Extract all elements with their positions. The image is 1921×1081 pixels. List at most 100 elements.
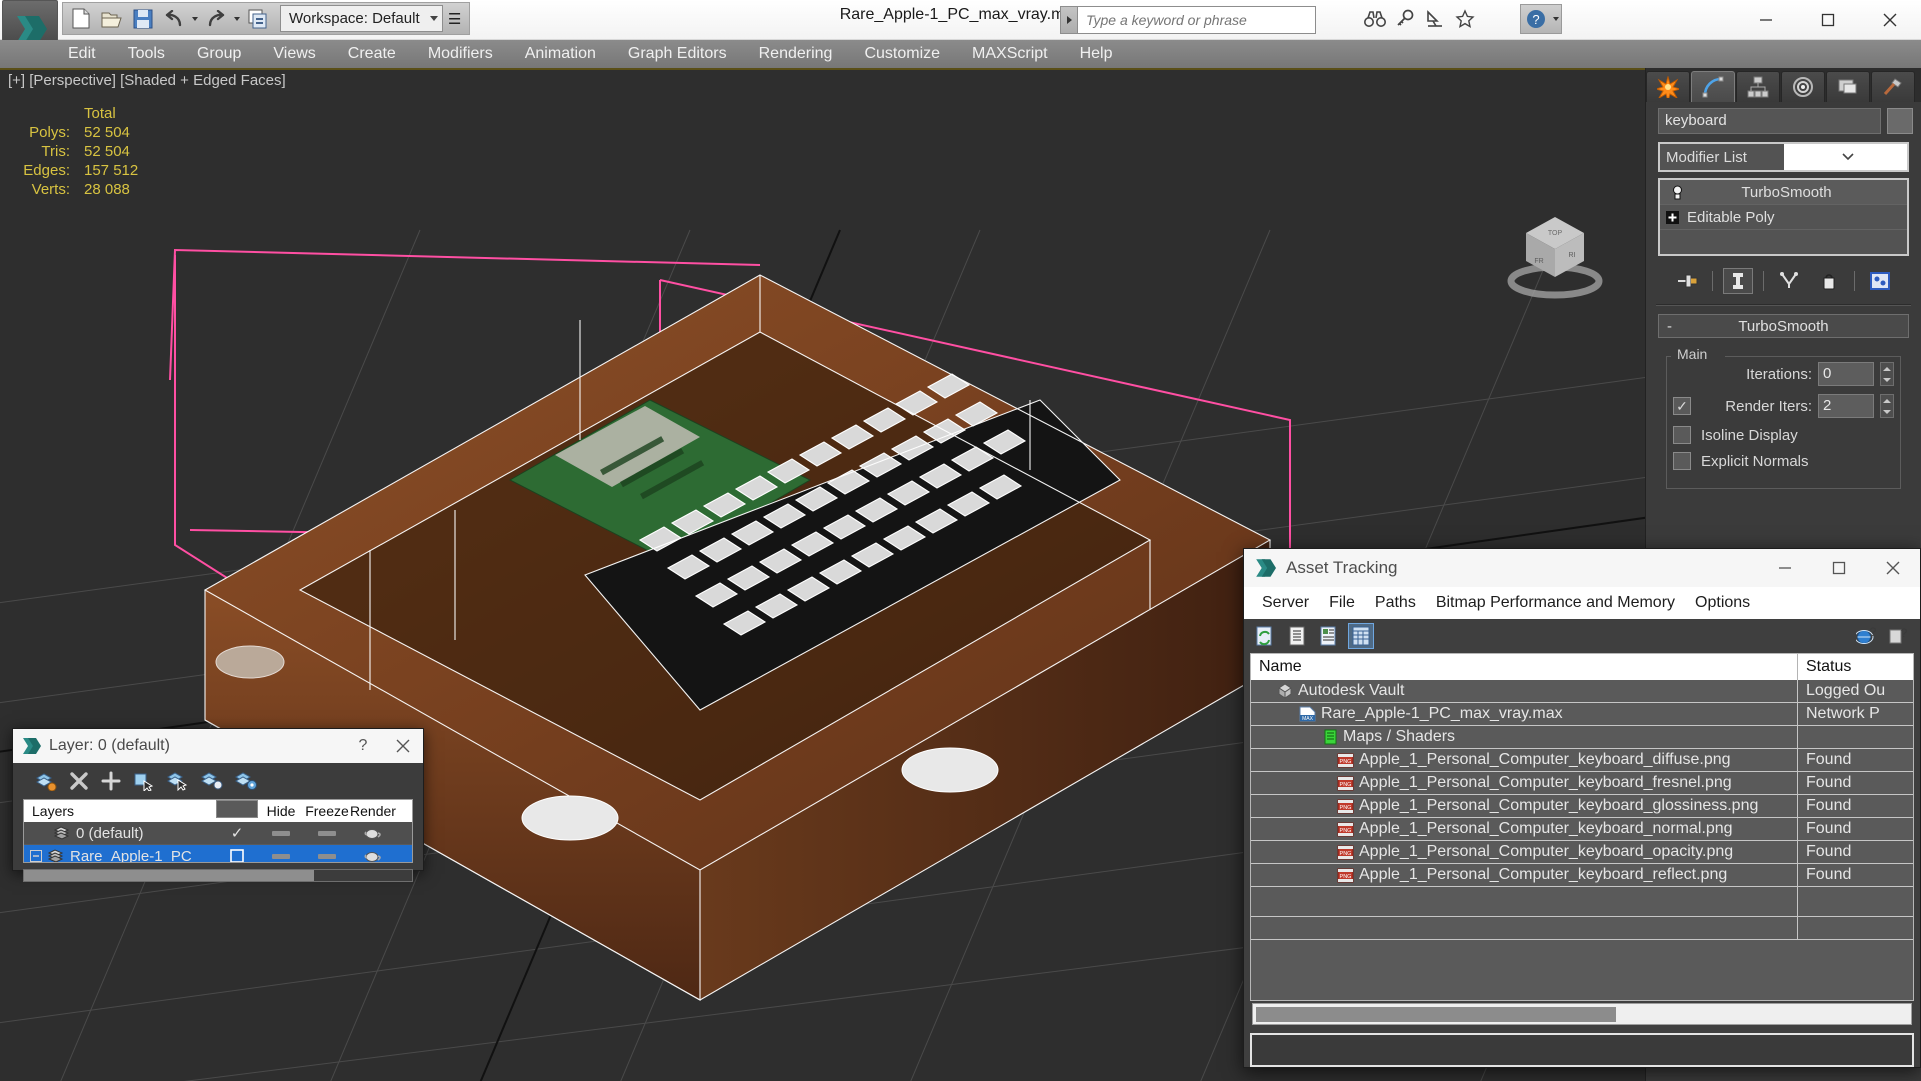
menu-item-group[interactable]: Group [181,42,257,66]
menu-item-rendering[interactable]: Rendering [743,42,849,66]
menu-item-paths[interactable]: Paths [1365,591,1426,615]
layer-freeze-cell[interactable] [304,830,350,836]
asset-tracking-maximize-button[interactable] [1812,549,1866,587]
asset-name-cell[interactable]: MAX Rare_Apple-1_PC_max_vray.max [1251,703,1798,725]
remove-modifier-button[interactable] [1814,268,1844,294]
search-expand-icon[interactable] [1060,6,1078,34]
hierarchy-tab[interactable] [1736,71,1780,102]
asset-tracking-minimize-button[interactable] [1758,549,1812,587]
menu-item-bitmap-performance-and-memory[interactable]: Bitmap Performance and Memory [1426,591,1685,615]
viewcube[interactable]: TOP FR RI [1500,195,1610,305]
star-favorite-icon[interactable] [1450,4,1480,34]
layer-dialog[interactable]: Layer: 0 (default) ? Layers Hide Freeze … [12,728,424,882]
layer-hide-cell[interactable] [258,853,304,859]
table-row[interactable] [1251,917,1913,940]
asset-name-cell[interactable]: Autodesk Vault [1251,680,1798,702]
asset-tracking-dialog[interactable]: Asset Tracking Server File Paths Bitmap … [1243,548,1921,1068]
asset-tracking-close-button[interactable] [1866,549,1920,587]
menu-item-edit[interactable]: Edit [52,42,112,66]
explicit-normals-checkbox[interactable] [1673,452,1691,470]
show-end-result-button[interactable] [1723,268,1753,294]
menu-item-options[interactable]: Options [1685,591,1760,615]
asset-name-cell[interactable]: Maps / Shaders [1251,726,1798,748]
create-tab[interactable] [1646,71,1690,102]
display-tab[interactable] [1826,71,1870,102]
help-web-button[interactable]: ? [1854,623,1880,649]
asset-tracking-horizontal-scrollbar[interactable] [1252,1003,1912,1025]
layer-list[interactable]: Layers Hide Freeze Render 0 (default) ✓ [23,799,413,863]
asset-name-cell[interactable]: PNG Apple_1_Personal_Computer_keyboard_r… [1251,864,1798,886]
help-button[interactable]: ? [1886,623,1912,649]
layer-hide-cell[interactable] [258,830,304,836]
refresh-button[interactable] [1252,623,1278,649]
table-row[interactable]: Maps / Shaders [1251,726,1913,749]
table-row[interactable]: PNG Apple_1_Personal_Computer_keyboard_n… [1251,818,1913,841]
menu-item-server[interactable]: Server [1252,591,1319,615]
menu-item-create[interactable]: Create [332,42,412,66]
scrollbar-thumb[interactable] [24,870,314,881]
new-layer-icon[interactable] [35,771,57,791]
render-iters-checkbox[interactable]: ✓ [1673,397,1691,415]
object-color-swatch[interactable] [1887,108,1913,134]
modifier-list-dropdown[interactable]: Modifier List [1658,142,1909,172]
layer-active-cell[interactable]: ✓ [216,824,258,842]
layer-freeze-cell[interactable] [304,853,350,859]
add-selection-icon[interactable] [201,771,223,791]
iterations-spinner-arrows[interactable] [1880,362,1894,386]
close-button[interactable] [1859,0,1921,40]
key-icon[interactable] [1390,4,1420,34]
layer-close-button[interactable] [383,729,423,763]
make-unique-button[interactable] [1774,268,1804,294]
help-circle-icon[interactable]: ? [1521,4,1551,34]
render-iters-spinner[interactable]: 2 [1818,394,1874,418]
delete-x-icon[interactable] [69,771,89,791]
table-row[interactable]: PNG Apple_1_Personal_Computer_keyboard_r… [1251,864,1913,887]
menu-item-file[interactable]: File [1319,591,1365,615]
table-row[interactable]: PNG Apple_1_Personal_Computer_keyboard_d… [1251,749,1913,772]
layer-name-cell[interactable]: 0 (default) [24,825,216,842]
maximize-button[interactable] [1797,0,1859,40]
highlight-layer-icon[interactable] [167,771,189,791]
asset-name-cell[interactable] [1251,917,1798,939]
menu-item-views[interactable]: Views [257,42,331,66]
menu-item-graph-editors[interactable]: Graph Editors [612,42,743,66]
table-row[interactable]: PNG Apple_1_Personal_Computer_keyboard_g… [1251,795,1913,818]
table-row[interactable]: PNG Apple_1_Personal_Computer_keyboard_o… [1251,841,1913,864]
layer-settings-icon[interactable] [235,771,257,791]
modifier-stack-item-editable-poly[interactable]: Editable Poly [1660,205,1907,230]
modifier-stack[interactable]: TurboSmooth Editable Poly [1658,178,1909,256]
asset-name-cell[interactable]: PNG Apple_1_Personal_Computer_keyboard_f… [1251,772,1798,794]
scrollbar-thumb[interactable] [1256,1006,1616,1022]
table-row[interactable]: Rare_Apple-1_PC [24,845,412,862]
layer-active-cell[interactable] [216,849,258,862]
table-row[interactable] [1251,887,1913,917]
table-row[interactable]: 0 (default) ✓ [24,822,412,845]
binoculars-icon[interactable] [1360,4,1390,34]
detail-view-button[interactable] [1316,623,1342,649]
plus-box-icon[interactable] [1666,210,1679,224]
pin-icon[interactable] [1672,268,1702,294]
iterations-spinner[interactable]: 0 [1818,362,1874,386]
object-name-field[interactable]: keyboard [1658,108,1881,134]
utilities-tab[interactable] [1871,71,1915,102]
modify-tab[interactable] [1691,71,1735,102]
menu-item-tools[interactable]: Tools [112,42,181,66]
help-dropdown-arrow-icon[interactable] [1551,5,1561,34]
expander-minus-icon[interactable] [30,850,42,862]
search-input[interactable] [1078,6,1316,34]
motion-tab[interactable] [1781,71,1825,102]
table-row[interactable]: MAX Rare_Apple-1_PC_max_vray.max Network… [1251,703,1913,726]
grid-view-button[interactable] [1348,623,1374,649]
menu-item-customize[interactable]: Customize [848,42,956,66]
asset-name-cell[interactable]: PNG Apple_1_Personal_Computer_keyboard_d… [1251,749,1798,771]
modifier-stack-item-turbosmooth[interactable]: TurboSmooth [1660,180,1907,205]
layer-horizontal-scrollbar[interactable] [23,869,413,882]
list-view-button[interactable] [1284,623,1310,649]
table-row[interactable]: PNG Apple_1_Personal_Computer_keyboard_f… [1251,772,1913,795]
isoline-display-checkbox[interactable] [1673,426,1691,444]
menu-item-modifiers[interactable]: Modifiers [412,42,509,66]
turbosmooth-rollout-header[interactable]: - TurboSmooth [1658,314,1909,338]
asset-tracking-list[interactable]: Name Status Autodesk Vault Logged Ou MAX… [1250,653,1914,1001]
plus-icon[interactable] [101,771,121,791]
select-objects-icon[interactable] [133,771,155,791]
